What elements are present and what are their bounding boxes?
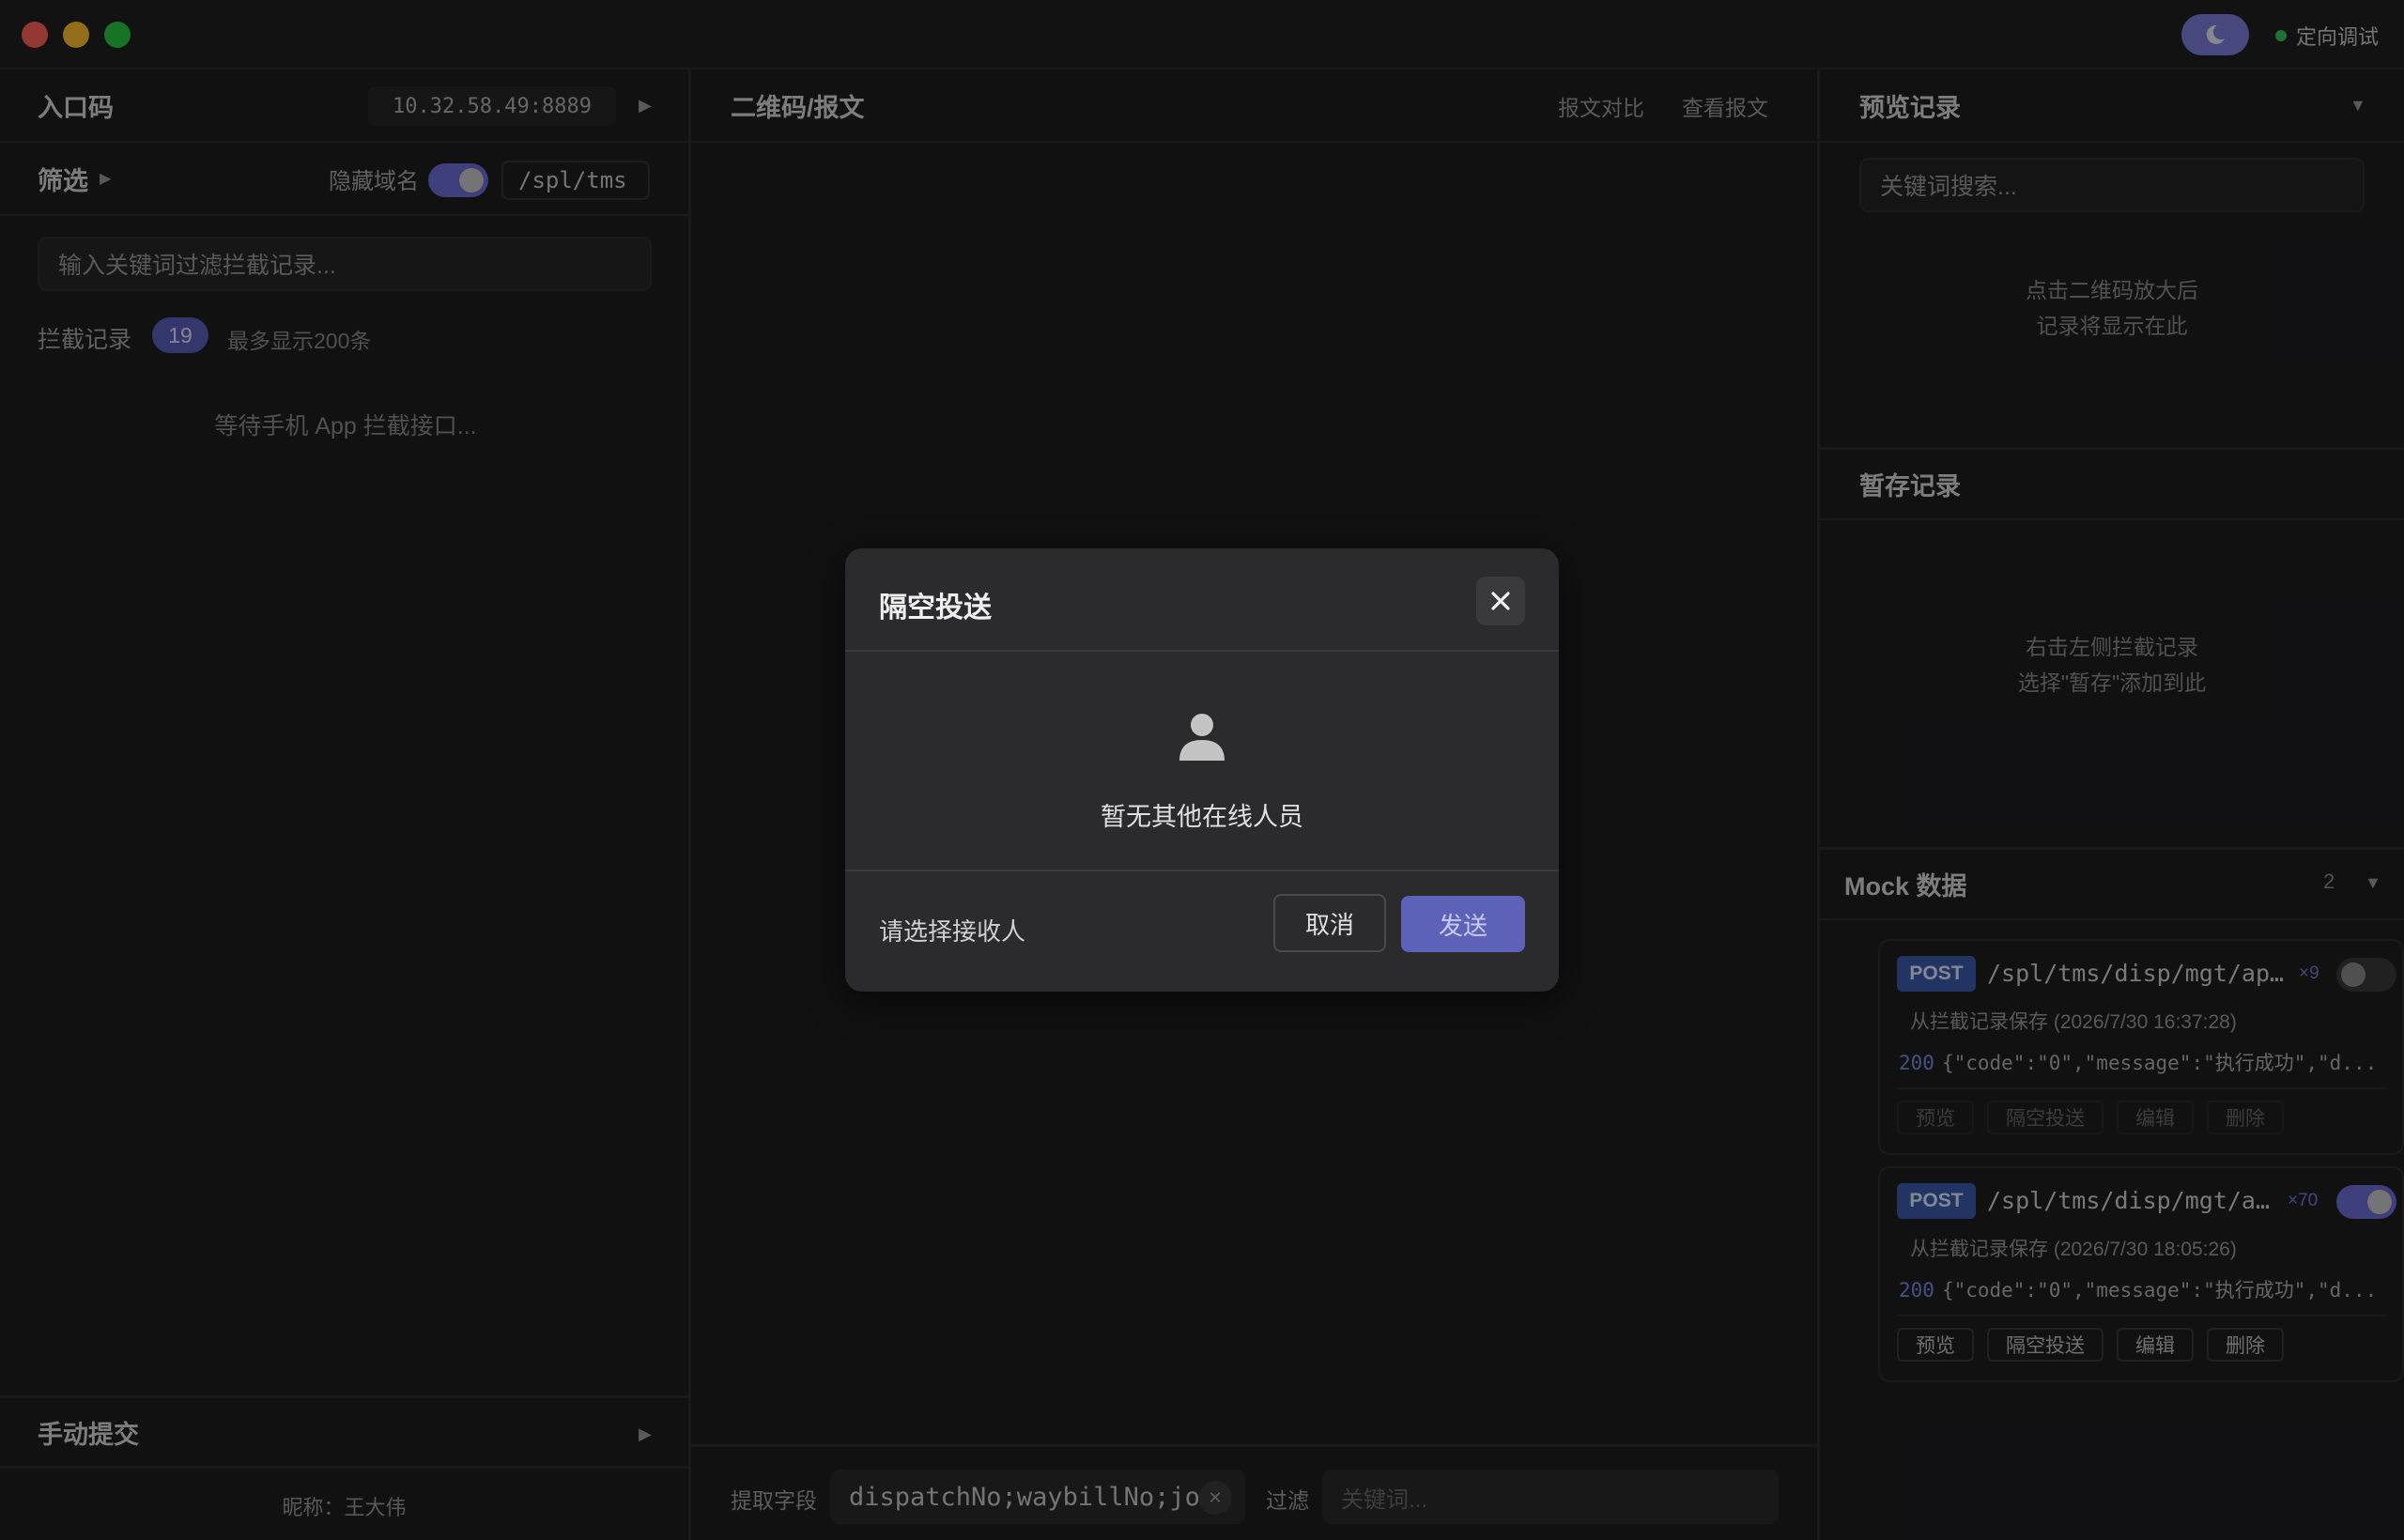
user-icon	[1179, 714, 1225, 761]
dialog-footer: 请选择接收人 取消 发送	[845, 870, 1559, 992]
recipient-label: 请选择接收人	[879, 917, 1026, 946]
close-icon	[1491, 592, 1510, 610]
empty-recipients-text: 暂无其他在线人员	[1101, 803, 1303, 831]
send-button[interactable]: 发送	[1401, 896, 1525, 952]
dialog-body: 暂无其他在线人员	[845, 652, 1559, 870]
dialog-header: 隔空投送	[845, 548, 1559, 652]
airdrop-dialog: 隔空投送 暂无其他在线人员 请选择接收人 取消 发送	[845, 548, 1559, 992]
close-button[interactable]	[1476, 577, 1525, 625]
dialog-title: 隔空投送	[879, 593, 992, 624]
cancel-button[interactable]: 取消	[1273, 894, 1386, 952]
